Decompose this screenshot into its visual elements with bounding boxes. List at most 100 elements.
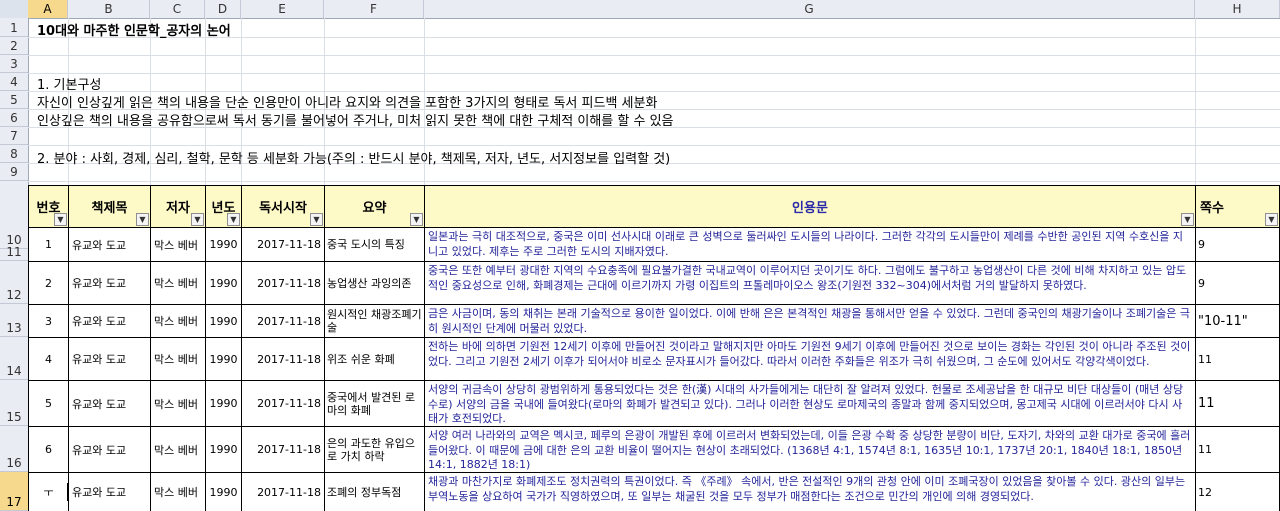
cell-book[interactable]: 유교와 도교 <box>68 426 151 473</box>
intro-line-8: 2. 분야 : 사회, 경제, 심리, 철학, 문학 등 세분화 가능(주의 :… <box>37 152 671 167</box>
cell-date[interactable]: 2017-11-18 <box>241 426 325 473</box>
column-header-b[interactable]: B <box>68 0 150 18</box>
cell-page[interactable]: 11 <box>1195 337 1280 381</box>
intro-line-4: 1. 기본구성 <box>37 78 102 93</box>
column-header-g[interactable]: G <box>424 0 1195 18</box>
cell-quote[interactable]: 중국은 또한 예부터 광대한 지역의 수요충족에 필요불가결한 국내교역이 이루… <box>424 261 1196 305</box>
cell-grid[interactable]: 10대와 마주한 인문학_공자의 논어 1. 기본구성 자신이 인상깊게 읽은 … <box>28 18 1280 511</box>
cell-quote[interactable]: 금은 사금이며, 동의 채취는 본래 기술적으로 용이한 일이었다. 이에 반해… <box>424 304 1196 338</box>
header-quote: 인용문 ▼ <box>424 185 1196 228</box>
cell-summary[interactable]: 조폐의 정부독점 <box>324 472 425 511</box>
filter-dropdown-icon[interactable]: ▼ <box>410 213 423 226</box>
filter-dropdown-icon[interactable]: ▼ <box>136 213 149 226</box>
row-header[interactable]: 6 <box>0 109 28 127</box>
cell-number[interactable]: 6 <box>28 426 69 473</box>
row-header[interactable]: 11 <box>0 231 28 261</box>
row-header[interactable]: 4 <box>0 73 28 91</box>
row-header[interactable]: 8 <box>0 145 28 163</box>
row-header[interactable]: 15 <box>0 380 28 426</box>
cell-summary[interactable]: 중국 도시의 특징 <box>324 227 425 262</box>
filter-dropdown-icon[interactable]: ▼ <box>54 213 67 226</box>
column-header-a[interactable]: A <box>28 0 68 18</box>
cell-number[interactable]: 1 <box>28 227 69 262</box>
row-header[interactable]: 14 <box>0 337 28 380</box>
cell-year[interactable]: 1990 <box>205 426 242 473</box>
cell-page[interactable]: 11 <box>1195 426 1280 473</box>
header-book-title: 책제목 ▼ <box>68 185 151 228</box>
cell-book[interactable]: 유교와 도교 <box>68 337 151 381</box>
row-header[interactable]: 13 <box>0 304 28 337</box>
cell-author[interactable]: 막스 베버 <box>150 337 206 381</box>
cell-date[interactable]: 2017-11-18 <box>241 261 325 305</box>
cell-summary[interactable]: 원시적인 채광조폐기술 <box>324 304 425 338</box>
cell-date[interactable]: 2017-11-18 <box>241 304 325 338</box>
row-header[interactable]: 12 <box>0 261 28 304</box>
row-header[interactable]: 16 <box>0 426 28 472</box>
filter-dropdown-icon[interactable]: ▼ <box>191 213 204 226</box>
cell-date[interactable]: 2017-11-18 <box>241 227 325 262</box>
row-header-selected[interactable]: 17 <box>0 472 28 511</box>
cell-author[interactable]: 막스 베버 <box>150 261 206 305</box>
cell-author[interactable]: 막스 베버 <box>150 426 206 473</box>
cell-date[interactable]: 2017-11-18 <box>241 337 325 381</box>
cell-book[interactable]: 유교와 도교 <box>68 261 151 305</box>
row-header[interactable]: 2 <box>0 37 28 55</box>
cell-quote[interactable]: 서양의 귀금속이 상당히 광범위하게 통용되었다는 것은 한(漢) 시대의 사가… <box>424 380 1196 427</box>
cell-quote[interactable]: 일본과는 극히 대조적으로, 중국은 이미 선사시대 이래로 큰 성벽으로 둘러… <box>424 227 1196 262</box>
column-header-c[interactable]: C <box>150 0 205 18</box>
cell-year[interactable]: 1990 <box>205 472 242 511</box>
row-header[interactable]: 9 <box>0 163 28 181</box>
cell-book[interactable]: 유교와 도교 <box>68 227 151 262</box>
cell-book[interactable]: 유교와 도교 <box>68 304 151 338</box>
cell-page[interactable]: 11 <box>1195 380 1280 427</box>
cell-page[interactable]: 9 <box>1195 261 1280 305</box>
row-header-bar: 1 2 3 4 5 6 7 8 9 10 11 12 13 14 15 16 1… <box>0 18 29 511</box>
cell-summary[interactable]: 농업생산 과잉의존 <box>324 261 425 305</box>
cell-summary[interactable]: 은의 과도한 유입으로 가치 하락 <box>324 426 425 473</box>
filter-dropdown-icon[interactable]: ▼ <box>1181 213 1194 226</box>
header-reading-start-label: 독서시작 <box>259 201 307 216</box>
filter-dropdown-icon[interactable]: ▼ <box>1265 213 1278 226</box>
cell-number[interactable]: 2 <box>28 261 69 305</box>
cell-author[interactable]: 막스 베버 <box>150 472 206 511</box>
cell-book[interactable]: 유교와 도교 <box>68 472 151 511</box>
cell-year[interactable]: 1990 <box>205 261 242 305</box>
cell-quote[interactable]: 서양 여러 나라와의 교역은 멕시코, 페루의 은광이 개발된 후에 이르러서 … <box>424 426 1196 473</box>
cell-book[interactable]: 유교와 도교 <box>68 380 151 427</box>
cell-page[interactable]: 12 <box>1195 472 1280 511</box>
cell-year[interactable]: 1990 <box>205 304 242 338</box>
cell-number-active[interactable]: ㅜ <box>28 472 69 511</box>
row-header[interactable]: 3 <box>0 55 28 73</box>
header-quote-label: 인용문 <box>792 201 828 216</box>
cell-author[interactable]: 막스 베버 <box>150 227 206 262</box>
filter-dropdown-icon[interactable]: ▼ <box>310 213 323 226</box>
cell-number[interactable]: 3 <box>28 304 69 338</box>
row-header[interactable]: 7 <box>0 127 28 145</box>
cell-author[interactable]: 막스 베버 <box>150 304 206 338</box>
cell-date[interactable]: 2017-11-18 <box>241 472 325 511</box>
cell-quote[interactable]: 채광과 마찬가지로 화폐제조도 정치권력의 특권이었다. 즉 《주례》 속에서,… <box>424 472 1196 511</box>
cell-summary[interactable]: 위조 쉬운 화폐 <box>324 337 425 381</box>
column-header-d[interactable]: D <box>205 0 241 18</box>
row-header[interactable]: 5 <box>0 91 28 109</box>
column-header-h[interactable]: H <box>1195 0 1280 18</box>
cell-year[interactable]: 1990 <box>205 337 242 381</box>
column-header-e[interactable]: E <box>241 0 324 18</box>
cell-author[interactable]: 막스 베버 <box>150 380 206 427</box>
cell-page[interactable]: "10-11" <box>1195 304 1280 338</box>
cell-number[interactable]: 4 <box>28 337 69 381</box>
cell-number[interactable]: 5 <box>28 380 69 427</box>
sheet-title: 10대와 마주한 인문학_공자의 논어 <box>37 24 231 39</box>
cell-year[interactable]: 1990 <box>205 380 242 427</box>
filter-dropdown-icon[interactable]: ▼ <box>227 213 240 226</box>
cell-summary[interactable]: 중국에서 발견된 로마의 화폐 <box>324 380 425 427</box>
column-header-bar: A B C D E F G H <box>0 0 1280 19</box>
intro-line-6: 인상깊은 책의 내용을 공유함으로써 독서 동기를 불어넣어 주거나, 미처 읽… <box>37 114 674 129</box>
cell-year[interactable]: 1990 <box>205 227 242 262</box>
select-all-corner[interactable] <box>0 0 29 18</box>
cell-page[interactable]: 9 <box>1195 227 1280 262</box>
row-header[interactable]: 1 <box>0 18 28 37</box>
cell-quote[interactable]: 전하는 바에 의하면 기원전 12세기 이후에 만들어진 것이라고 말해지지만 … <box>424 337 1196 381</box>
column-header-f[interactable]: F <box>324 0 424 18</box>
cell-date[interactable]: 2017-11-18 <box>241 380 325 427</box>
